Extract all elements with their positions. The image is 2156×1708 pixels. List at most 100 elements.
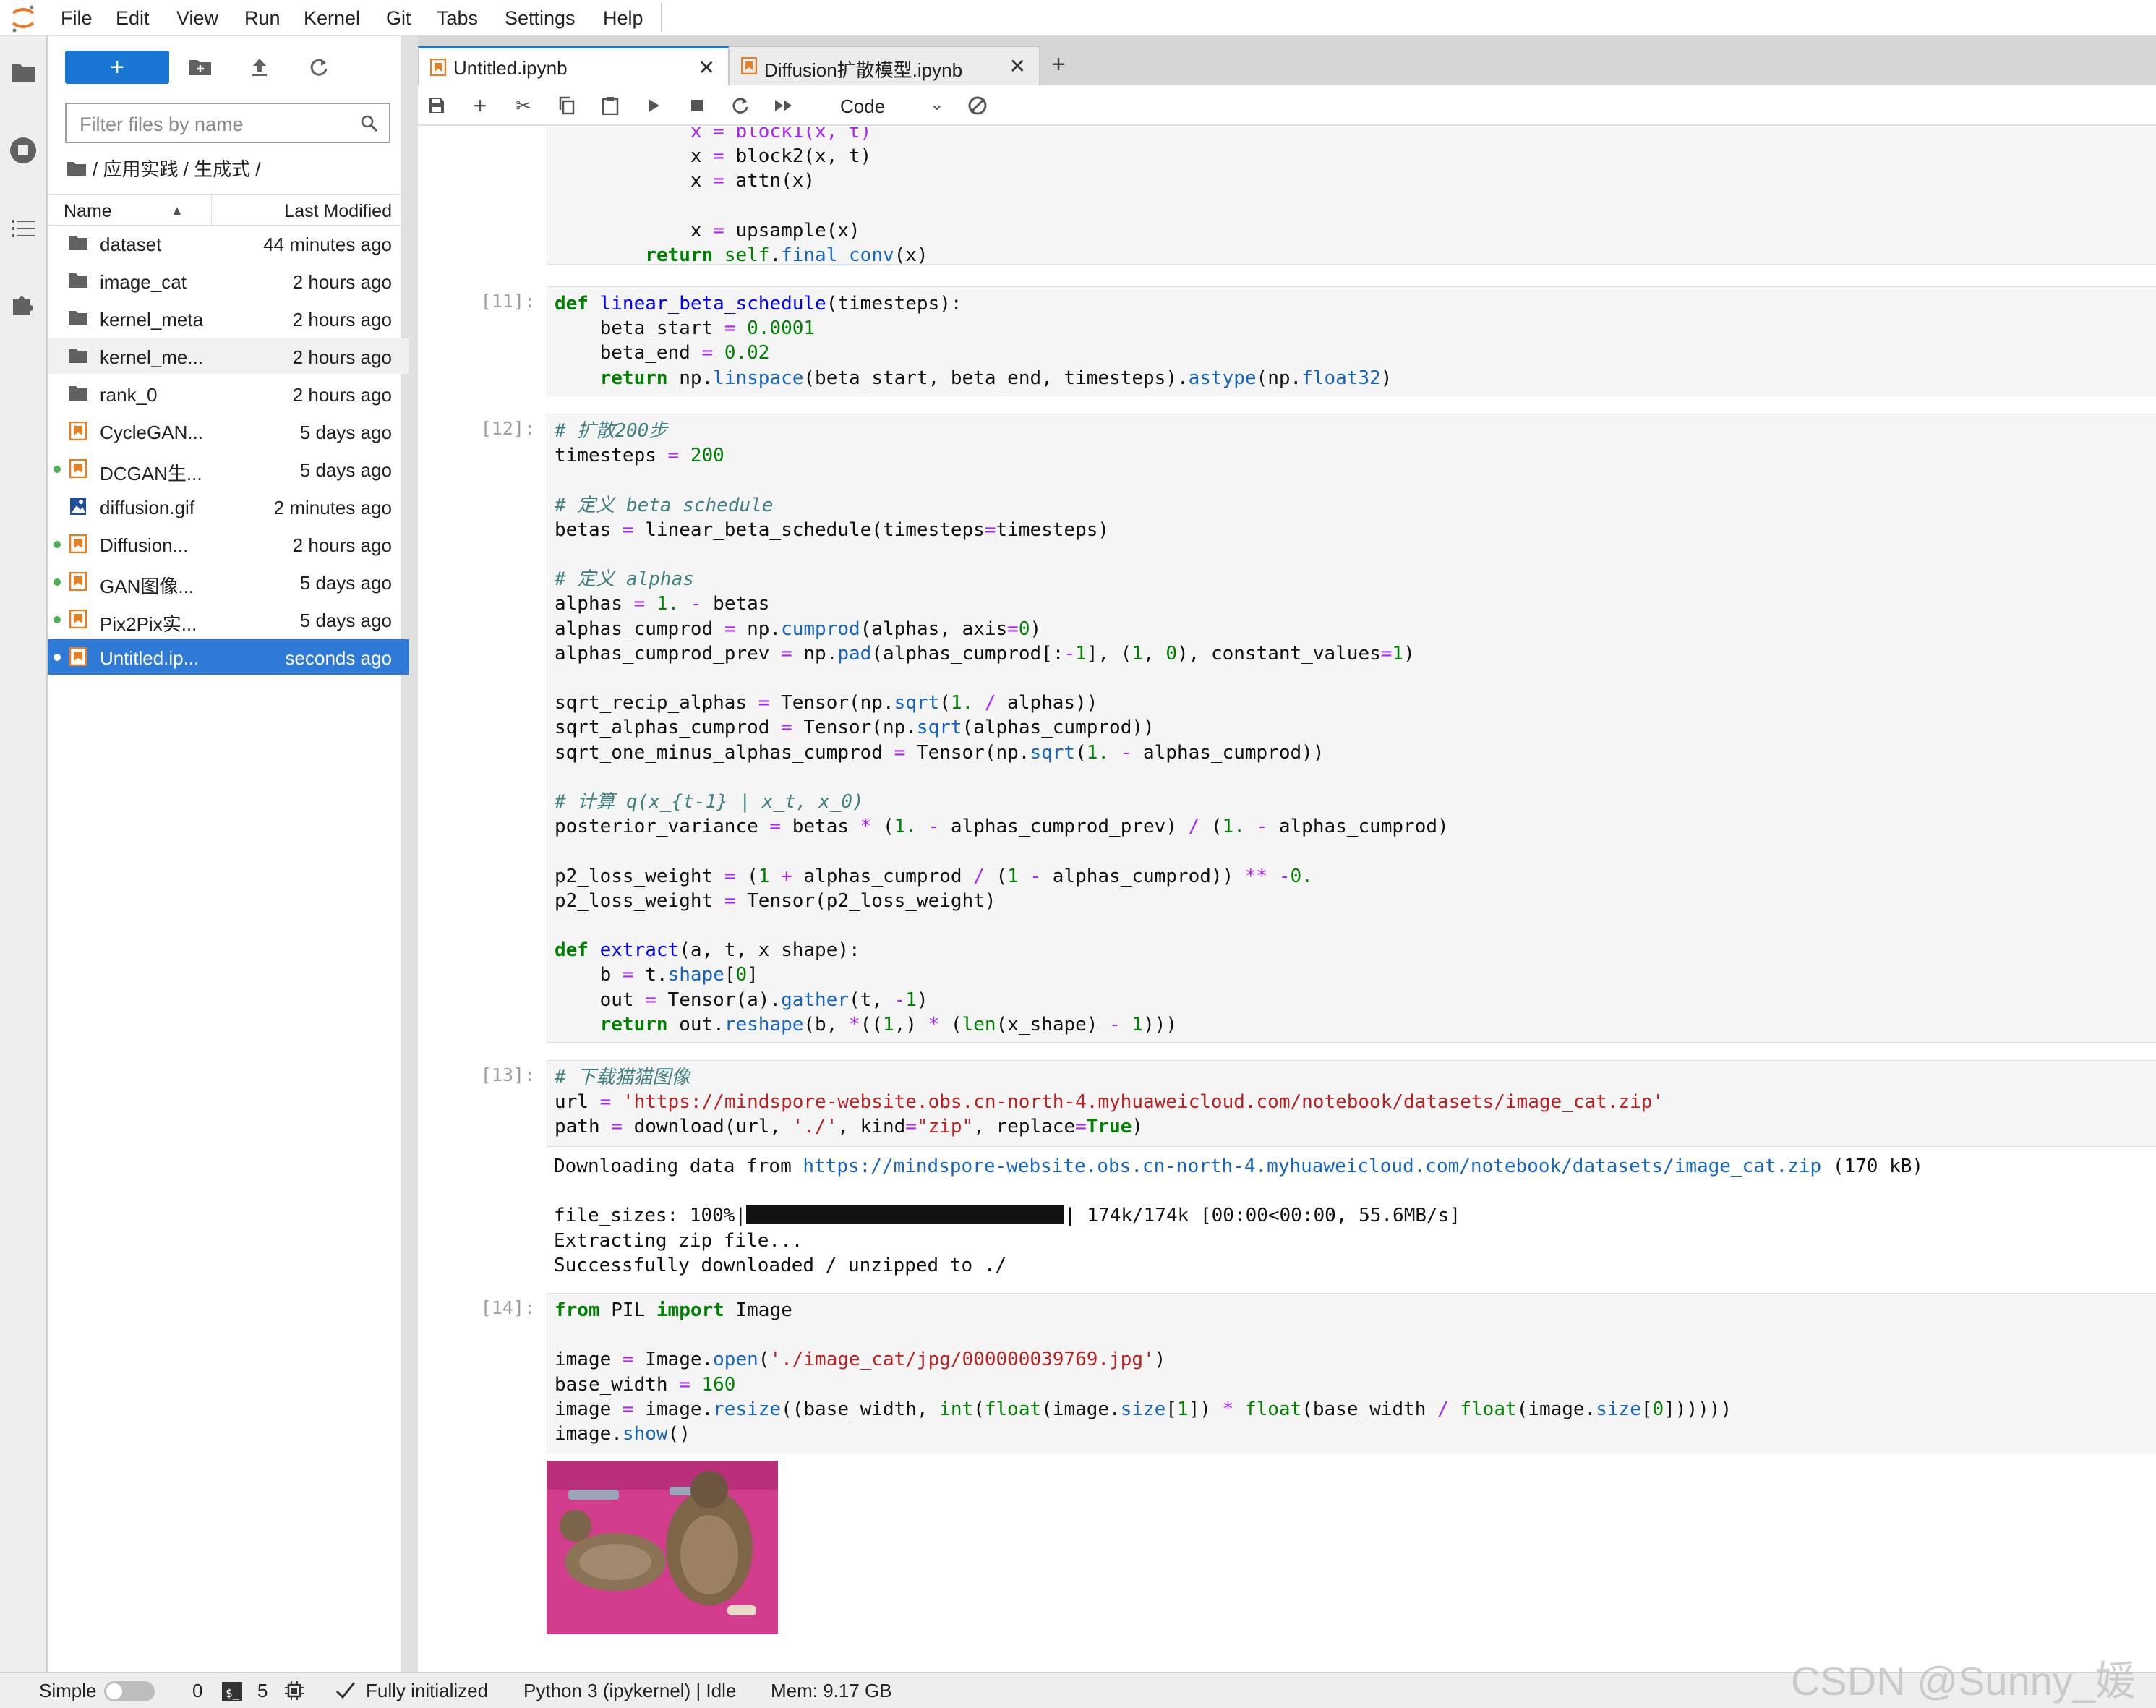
terminal-icon[interactable]: $_ — [221, 1681, 243, 1701]
progress-bar — [746, 1205, 1065, 1225]
folder-icon — [69, 311, 87, 325]
file-row[interactable]: Diffusion... 2 hours ago — [48, 526, 409, 562]
insert-cell-icon[interactable]: + — [466, 91, 495, 120]
file-row[interactable]: Untitled.ip... seconds ago — [48, 639, 409, 675]
file-row[interactable]: kernel_me... 2 hours ago — [48, 338, 409, 374]
file-filter-input[interactable]: Filter files by name — [65, 103, 390, 143]
file-modified: 2 hours ago — [292, 271, 392, 293]
restart-run-all-icon[interactable] — [769, 91, 798, 120]
stop-icon[interactable] — [683, 91, 711, 120]
extract-message: Extracting zip file... — [554, 1229, 803, 1252]
search-icon — [361, 115, 378, 132]
kernel-count[interactable]: 5 — [257, 1680, 268, 1702]
file-name: kernel_meta — [100, 309, 204, 330]
file-name: DCGAN生... — [100, 463, 202, 484]
file-row[interactable]: Pix2Pix实... 5 days ago — [48, 602, 409, 637]
cell-code-editor[interactable]: x = block1(x, t) x = block2(x, t) x = at… — [547, 127, 2156, 266]
copy-icon[interactable] — [552, 91, 581, 120]
close-tab-icon[interactable]: ✕ — [1009, 54, 1026, 78]
file-modified: 5 days ago — [299, 610, 392, 631]
file-row[interactable]: GAN图像... 5 days ago — [48, 564, 409, 599]
tab-untitled[interactable]: Untitled.ipynb ✕ — [418, 46, 729, 85]
file-modified: 2 hours ago — [292, 384, 392, 406]
file-name: Pix2Pix实... — [100, 613, 197, 635]
table-of-contents-icon[interactable] — [9, 214, 38, 243]
progress-stats: | 174k/174k [00:00<00:00, 55.6MB/s] — [1064, 1205, 1460, 1227]
home-folder-icon[interactable] — [67, 161, 87, 176]
menu-settings[interactable]: Settings — [505, 7, 576, 29]
cell-prompt: [12]: — [480, 418, 535, 439]
cell-prompt: [14]: — [480, 1297, 535, 1318]
menu-file[interactable]: File — [61, 7, 93, 29]
file-modified: 5 days ago — [299, 572, 392, 594]
cell-code-editor[interactable]: # 下载猫猫图像 url = 'https://mindspore-websit… — [547, 1060, 2156, 1147]
cell-output: Downloading data from https://mindspore-… — [547, 1154, 2156, 1278]
file-filter-placeholder: Filter files by name — [80, 114, 244, 135]
menu-help[interactable]: Help — [603, 7, 643, 29]
file-modified: 5 days ago — [299, 422, 392, 443]
simple-mode-toggle[interactable] — [104, 1681, 155, 1701]
memory-usage: Mem: 9.17 GB — [771, 1680, 892, 1701]
folder-icon — [69, 236, 87, 250]
close-tab-icon[interactable]: ✕ — [698, 56, 715, 80]
menu-tabs[interactable]: Tabs — [437, 7, 478, 29]
menu-edit[interactable]: Edit — [116, 7, 150, 29]
file-row[interactable]: CycleGAN... 5 days ago — [48, 414, 409, 449]
notebook-icon — [69, 572, 87, 591]
file-name: GAN图像... — [100, 576, 194, 597]
restart-kernel-icon[interactable] — [726, 91, 755, 120]
column-name-header[interactable]: Name — [64, 201, 112, 222]
running-indicator — [54, 616, 61, 623]
file-row[interactable]: DCGAN生... 5 days ago — [48, 451, 409, 487]
terminal-count[interactable]: 0 — [192, 1680, 202, 1702]
download-url-link[interactable]: https://mindspore-website.obs.cn-north-4… — [803, 1156, 1821, 1177]
running-indicator — [54, 578, 61, 586]
file-modified: 2 hours ago — [292, 534, 392, 556]
file-row[interactable]: dataset 44 minutes ago — [48, 226, 409, 261]
file-row[interactable]: rank_0 2 hours ago — [48, 376, 409, 411]
cut-icon[interactable]: ✂ — [509, 91, 538, 120]
column-separator — [211, 195, 212, 226]
file-row[interactable]: diffusion.gif 2 minutes ago — [48, 489, 409, 524]
file-name: kernel_me... — [100, 346, 204, 368]
run-icon[interactable] — [639, 91, 668, 120]
panel-splitter[interactable] — [409, 36, 418, 1672]
save-icon[interactable] — [422, 91, 451, 120]
add-tab-button[interactable]: + — [1043, 48, 1074, 82]
cell-code-editor[interactable]: def linear_beta_schedule(timesteps): bet… — [547, 286, 2156, 396]
menu-kernel[interactable]: Kernel — [304, 7, 360, 29]
paste-icon[interactable] — [596, 91, 625, 120]
extensions-puzzle-icon[interactable] — [9, 289, 38, 318]
simple-mode-label: Simple — [39, 1680, 97, 1701]
cell-code-editor[interactable]: # 扩散200步 timesteps = 200 # 定义 beta sched… — [547, 414, 2156, 1043]
new-launcher-button[interactable]: + — [65, 51, 169, 84]
kernel-chip-icon[interactable] — [283, 1680, 305, 1701]
breadcrumb[interactable]: / 应用实践 / 生成式 / — [67, 155, 261, 182]
kernel-status[interactable]: Python 3 (ipykernel) | Idle — [523, 1680, 736, 1702]
folder-icon — [69, 386, 87, 401]
menu-divider — [661, 3, 662, 32]
upload-icon[interactable] — [243, 51, 276, 84]
notebook-icon — [69, 459, 87, 478]
file-name: diffusion.gif — [100, 497, 195, 518]
breadcrumb-path[interactable]: / 应用实践 / 生成式 / — [93, 155, 261, 182]
file-row[interactable]: kernel_meta 2 hours ago — [48, 301, 409, 336]
running-kernels-icon[interactable] — [9, 136, 38, 165]
menu-view[interactable]: View — [176, 7, 218, 29]
file-row[interactable]: image_cat 2 hours ago — [48, 263, 409, 299]
jupyter-logo — [12, 5, 35, 33]
menu-git[interactable]: Git — [386, 7, 411, 29]
tab-diffusion[interactable]: Diffusion扩散模型.ipynb ✕ — [729, 46, 1040, 85]
cell-code-editor[interactable]: from PIL import Image image = Image.open… — [547, 1293, 2156, 1453]
file-modified: 2 hours ago — [292, 309, 392, 330]
running-indicator — [54, 466, 61, 473]
column-modified-header[interactable]: Last Modified — [284, 201, 392, 222]
notebook-toolbar: + ✂ Code ⌄ — [418, 85, 2156, 126]
tab-label: Diffusion扩散模型.ipynb — [764, 59, 963, 81]
cell-type-select[interactable]: Code ⌄ — [829, 90, 951, 121]
refresh-icon[interactable] — [302, 51, 335, 84]
new-folder-icon[interactable] — [184, 51, 217, 84]
folder-icon[interactable] — [9, 58, 38, 87]
running-indicator — [54, 654, 61, 661]
menu-run[interactable]: Run — [244, 7, 281, 29]
